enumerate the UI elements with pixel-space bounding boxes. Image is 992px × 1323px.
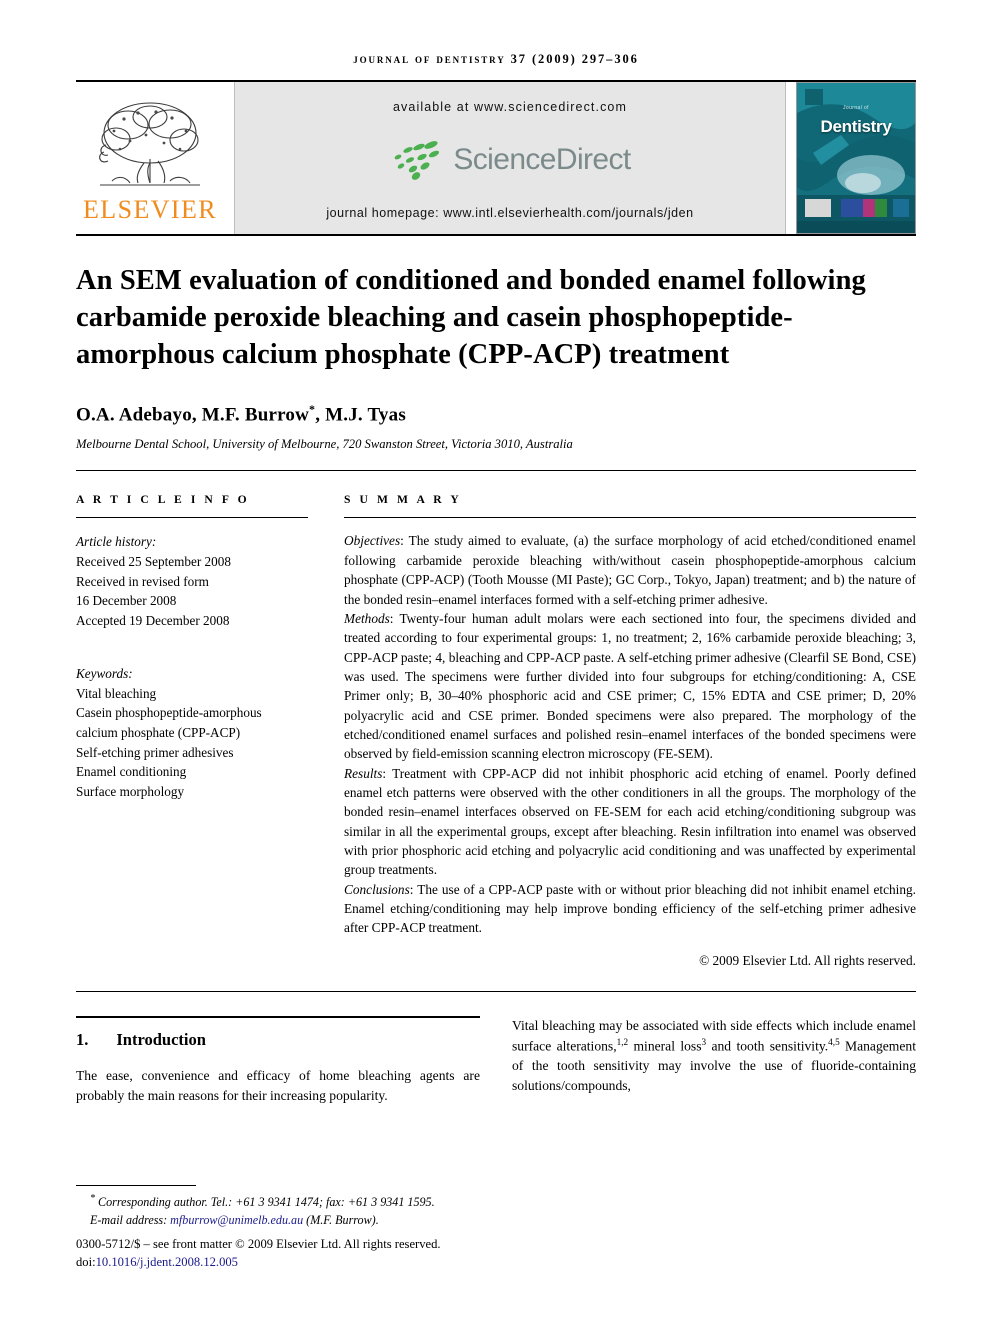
elsevier-logo: ELSEVIER: [76, 82, 224, 234]
author-list: O.A. Adebayo, M.F. Burrow*, M.J. Tyas: [76, 402, 916, 426]
abstract-copyright: © 2009 Elsevier Ltd. All rights reserved…: [699, 952, 916, 968]
citation-ref: 4,5: [828, 1036, 840, 1047]
keyword-item: Vital bleaching: [76, 685, 157, 701]
affiliation-rule: [76, 470, 916, 472]
sciencedirect-logo: ScienceDirect: [389, 139, 631, 181]
journal-homepage-text: journal homepage: www.intl.elsevierhealt…: [326, 206, 694, 220]
intro-paragraph-left: The ease, convenience and efficacy of ho…: [76, 1067, 480, 1103]
running-head: Journal of Dentistry 37 (2009) 297–306: [353, 52, 639, 66]
section-number: 1.: [76, 1029, 89, 1049]
keywords-block: Keywords: Vital bleaching Casein phospho…: [76, 664, 308, 802]
journal-cover-thumbnail: Journal of Dentistry: [796, 82, 916, 234]
cover-title: Dentistry: [820, 117, 892, 136]
article-history-item: Received 25 September 2008: [76, 554, 231, 569]
conclusions-text: : The use of a CPP-ACP paste with or wit…: [344, 881, 916, 936]
objectives-label: Objectives: [344, 533, 401, 549]
cover-superline: Journal of: [843, 105, 869, 111]
corresponding-author-text: Corresponding author. Tel.: +61 3 9341 1…: [95, 1195, 435, 1210]
results-label: Results: [344, 765, 383, 781]
intro-paragraph-right: Vital bleaching may be associated with s…: [512, 1016, 916, 1096]
conclusions-label: Conclusions: [344, 881, 410, 897]
author-names: O.A. Adebayo, M.F. Burrow: [76, 404, 310, 426]
citation-ref: 1,2: [616, 1036, 629, 1047]
affiliation: Melbourne Dental School, University of M…: [76, 437, 573, 452]
elsevier-tree-icon: [99, 102, 200, 186]
abstract-results: Results: Treatment with CPP-ACP did not …: [344, 764, 916, 880]
doi-line: doi:10.1016/j.jdent.2008.12.005: [76, 1253, 496, 1271]
email-note: E-mail address: mfburrow@unimelb.edu.au …: [76, 1212, 496, 1229]
doi-label: doi:: [76, 1254, 96, 1269]
keyword-item: Surface morphology: [76, 784, 185, 800]
abstract-objectives: Objectives: The study aimed to evaluate,…: [344, 531, 916, 608]
article-first-page: Journal of Dentistry 37 (2009) 297–306: [0, 0, 992, 1323]
elsevier-wordmark: ELSEVIER: [83, 195, 217, 224]
corresponding-author-note: * Corresponding author. Tel.: +61 3 9341…: [76, 1192, 496, 1211]
keywords-label: Keywords:: [76, 666, 133, 682]
methods-label: Methods: [344, 610, 390, 626]
section-rule: [76, 1015, 480, 1018]
article-history-item: Received in revised form: [76, 573, 209, 589]
abstract-bottom-rule: [76, 990, 916, 992]
body-column-left: 1. Introduction The ease, convenience an…: [76, 1015, 480, 1106]
keyword-item: Casein phosphopeptide-amorphous: [76, 705, 262, 721]
email-link[interactable]: mfburrow@unimelb.edu.au: [170, 1213, 303, 1227]
sciencedirect-wordmark: ScienceDirect: [453, 143, 631, 176]
section-title: Introduction: [116, 1029, 206, 1049]
article-info-heading: A R T I C L E I N F O: [76, 493, 250, 507]
keyword-item: Self-etching primer adhesives: [76, 744, 234, 760]
front-matter-line: 0300-5712/$ – see front matter © 2009 El…: [76, 1236, 441, 1251]
page-footer: * Corresponding author. Tel.: +61 3 9341…: [76, 1185, 496, 1271]
author-names-tail: , M.J. Tyas: [315, 404, 406, 426]
article-info-column: A R T I C L E I N F O Article history: R…: [76, 493, 308, 968]
methods-text: : Twenty-four human adult molars were ea…: [344, 610, 916, 762]
body-column-right: Vital bleaching may be associated with s…: [512, 1016, 916, 1106]
summary-column: S U M M A R Y Objectives: The study aime…: [344, 493, 916, 968]
section-heading: 1. Introduction: [76, 1030, 480, 1050]
article-history-label: Article history:: [76, 534, 157, 550]
summary-rule: [344, 517, 916, 519]
intro-text-2: mineral loss: [628, 1038, 702, 1054]
abstract-conclusions: Conclusions: The use of a CPP-ACP paste …: [344, 880, 916, 938]
sciencedirect-leaf-icon: [394, 141, 440, 180]
sciencedirect-banner: available at www.sciencedirect.com Scien…: [234, 82, 786, 234]
intro-text-3: and tooth sensitivity.: [706, 1038, 829, 1054]
abstract-methods: Methods: Twenty-four human adult molars …: [344, 609, 916, 764]
masthead: ELSEVIER available at www.sciencedirect.…: [76, 82, 916, 234]
keyword-item: calcium phosphate (CPP-ACP): [76, 725, 241, 740]
results-text: : Treatment with CPP-ACP did not inhibit…: [344, 765, 916, 878]
body-columns: 1. Introduction The ease, convenience an…: [76, 1015, 916, 1106]
article-history-item: Accepted 19 December 2008: [76, 612, 230, 628]
summary-heading: S U M M A R Y: [344, 493, 462, 507]
doi-link[interactable]: 10.1016/j.jdent.2008.12.005: [96, 1255, 238, 1269]
email-tail: (M.F. Burrow).: [303, 1212, 379, 1227]
objectives-text: : The study aimed to evaluate, (a) the s…: [344, 533, 916, 607]
info-summary-columns: A R T I C L E I N F O Article history: R…: [76, 493, 916, 968]
footnote-rule: [76, 1185, 196, 1187]
keyword-item: Enamel conditioning: [76, 764, 187, 780]
page-title: An SEM evaluation of conditioned and bon…: [76, 265, 866, 371]
masthead-rule: [76, 234, 916, 236]
article-info-rule: [76, 517, 308, 519]
email-label: E-mail address:: [90, 1212, 171, 1227]
sciencedirect-available-text: available at www.sciencedirect.com: [392, 100, 627, 114]
article-history-item: 16 December 2008: [76, 593, 177, 609]
